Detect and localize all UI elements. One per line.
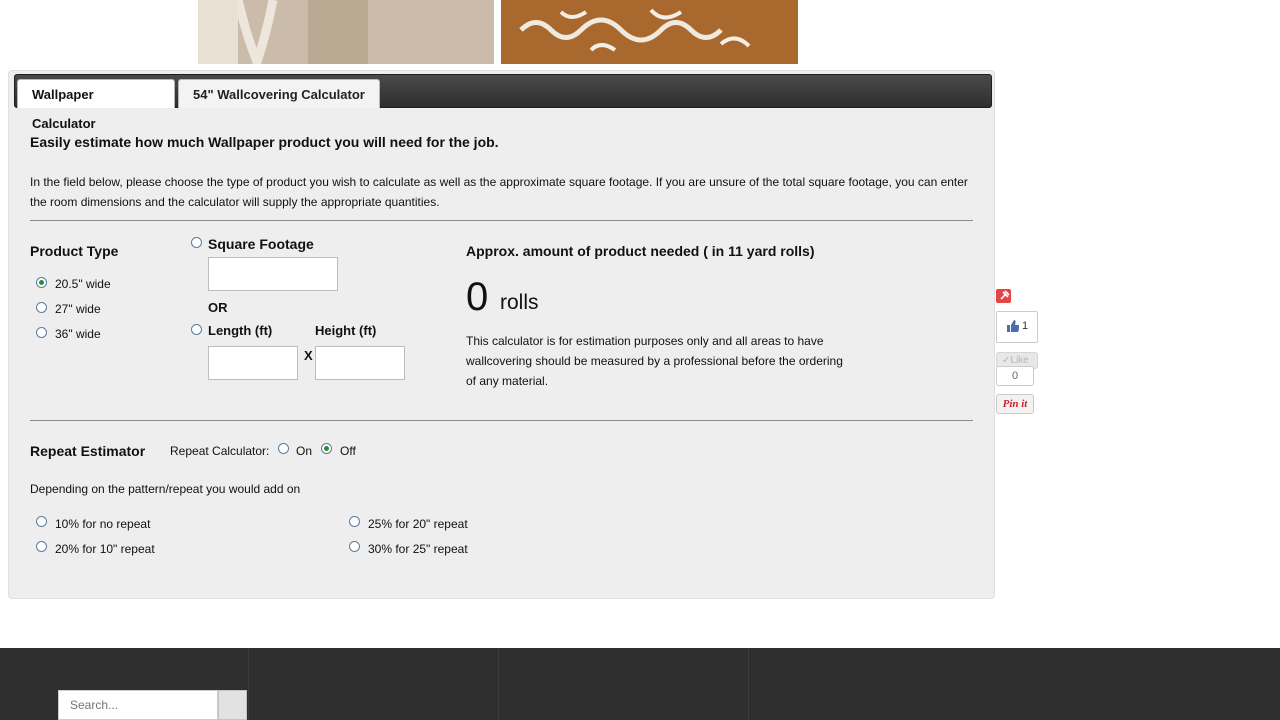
tab-54-wallcovering-calculator[interactable]: 54" Wallcovering Calculator (178, 79, 380, 108)
footer (0, 648, 1280, 720)
radio-20-10-repeat[interactable] (36, 541, 47, 552)
footer-search-input[interactable] (58, 690, 218, 720)
search-button[interactable] (218, 690, 247, 720)
radio-27-wide[interactable] (36, 302, 47, 313)
tab-wallpaper-calculator[interactable]: Wallpaper Calculator (17, 79, 175, 131)
like-count: 1 (1022, 320, 1029, 332)
tab-bar: Wallpaper Calculator 54" Wallcovering Ca… (14, 74, 992, 131)
repeat-off-label: Off (340, 444, 356, 458)
label-10-no-repeat: 10% for no repeat (55, 517, 151, 531)
share-count: 0 (1011, 370, 1019, 382)
length-label: Length (ft) (208, 323, 273, 338)
footer-divider (748, 648, 749, 720)
divider (30, 220, 973, 221)
label-36-wide: 36" wide (55, 327, 101, 341)
wallpaper-pattern-image (198, 0, 494, 64)
radio-10-no-repeat[interactable] (36, 516, 47, 527)
label-30-25-repeat: 30% for 25" repeat (368, 542, 468, 556)
length-input[interactable] (208, 346, 298, 380)
product-type-heading: Product Type (30, 243, 119, 259)
intro-heading: Easily estimate how much Wallpaper produ… (30, 134, 499, 150)
radio-repeat-off[interactable] (321, 443, 332, 454)
radio-dimensions[interactable] (191, 324, 202, 335)
label-25-20-repeat: 25% for 20" repeat (368, 517, 468, 531)
footer-divider (498, 648, 499, 720)
radio-36-wide[interactable] (36, 327, 47, 338)
height-label: Height (ft) (315, 323, 377, 338)
label-20-10-repeat: 20% for 10" repeat (55, 542, 155, 556)
footer-divider (248, 648, 249, 720)
square-footage-label: Square Footage (208, 236, 314, 252)
or-label: OR (208, 300, 228, 315)
like-button-label: Like (1010, 355, 1029, 366)
calculator-panel: Wallpaper Calculator 54" Wallcovering Ca… (8, 70, 995, 599)
pin-icon[interactable] (996, 289, 1011, 303)
radio-25-20-repeat[interactable] (349, 516, 360, 527)
product-image-right[interactable] (501, 0, 798, 64)
pinterest-pin-button[interactable]: Pin it (996, 394, 1034, 414)
rolls-amount: 0 (466, 275, 489, 319)
thumbs-up-icon (1007, 320, 1019, 332)
pin-it-label: Pin it (1002, 398, 1028, 410)
label-20-5-wide: 20.5" wide (55, 277, 111, 291)
share-count-bubble: 0 (996, 366, 1034, 386)
facebook-like-box[interactable]: 1 (996, 311, 1038, 343)
radio-30-25-repeat[interactable] (349, 541, 360, 552)
disclaimer-text: This calculator is for estimation purpos… (466, 334, 843, 388)
divider (30, 420, 973, 421)
square-footage-input[interactable] (208, 257, 338, 291)
repeat-calculator-label: Repeat Calculator: (170, 444, 270, 458)
repeat-on-label: On (296, 444, 313, 458)
repeat-description: Depending on the pattern/repeat you woul… (30, 482, 301, 496)
intro-text: In the field below, please choose the ty… (30, 175, 968, 209)
times-symbol: X (304, 348, 313, 363)
result-heading: Approx. amount of product needed ( in 11… (466, 243, 815, 259)
radio-square-footage[interactable] (191, 237, 202, 248)
product-image-left[interactable] (198, 0, 494, 64)
label-27-wide: 27" wide (55, 302, 101, 316)
rolls-unit: rolls (500, 291, 539, 314)
radio-20-5-wide[interactable] (36, 277, 47, 288)
repeat-estimator-heading: Repeat Estimator (30, 443, 146, 459)
height-input[interactable] (315, 346, 405, 380)
wallpaper-swirl-image (501, 0, 798, 64)
radio-repeat-on[interactable] (278, 443, 289, 454)
